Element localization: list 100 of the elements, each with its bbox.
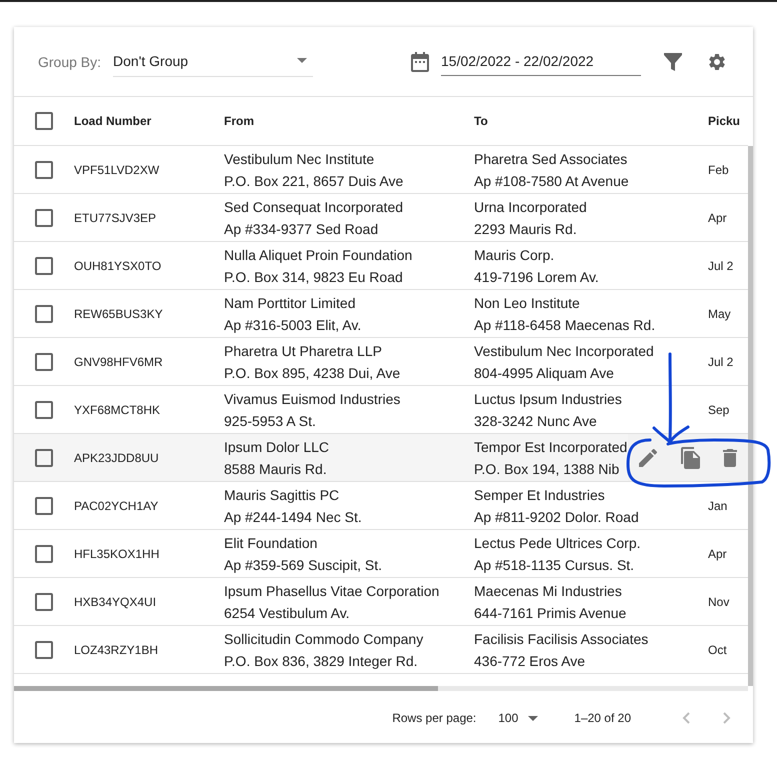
- from-address: Ap #359-569 Suscipit, St.: [224, 556, 383, 572]
- copy-button[interactable]: [680, 446, 700, 468]
- column-header[interactable]: From: [224, 114, 254, 128]
- from-name: Ipsum Dolor LLC: [224, 438, 330, 454]
- to-address: 328-3242 Nunc Ave: [474, 412, 598, 428]
- to-name: Lectus Pede Ultrices Corp.: [474, 534, 642, 550]
- pickup-date: May: [708, 306, 731, 320]
- row-checkbox[interactable]: [35, 352, 53, 370]
- to-name: Pharetra Sed Associates: [474, 150, 628, 166]
- from-address: P.O. Box 895, 4238 Dui, Ave: [224, 364, 402, 380]
- caret-icon: [297, 58, 308, 63]
- group-by-label: Group By:: [38, 54, 102, 70]
- from-address: Ap #244-1494 Nec St.: [224, 508, 363, 524]
- row-checkbox[interactable]: [35, 208, 53, 226]
- from-name: Pharetra Ut Pharetra LLP: [224, 342, 383, 358]
- calendar-icon: [411, 52, 429, 72]
- to-address: Ap #108-7580 At Avenue: [474, 172, 630, 188]
- load-number: REW65BUS3KY: [74, 306, 163, 320]
- from-address: P.O. Box 836, 3829 Integer Rd.: [224, 652, 419, 668]
- from-name: Vivamus Euismod Industries: [224, 390, 402, 406]
- from-name: Vestibulum Nec Institute: [224, 150, 376, 166]
- to-name: Vestibulum Nec Incorporated: [474, 342, 655, 358]
- pickup-date: Apr: [708, 210, 727, 224]
- pickup-date: Nov: [708, 594, 730, 608]
- delete-button[interactable]: [722, 448, 737, 466]
- to-address: 419-7196 Lorem Av.: [474, 268, 600, 284]
- vertical-scrollbar[interactable]: [748, 146, 753, 686]
- row-checkbox[interactable]: [35, 400, 53, 418]
- from-address: 6254 Vestibulum Av.: [224, 604, 351, 620]
- to-address: 644-7161 Primis Avenue: [474, 604, 628, 620]
- to-name: Urna Incorporated: [474, 198, 588, 214]
- load-number: GNV98HFV6MR: [74, 354, 163, 368]
- row-checkbox[interactable]: [35, 496, 53, 514]
- group-by-select[interactable]: Don't Group: [113, 46, 314, 76]
- edit-icon: [639, 448, 658, 466]
- load-number: HFL35KOX1HH: [74, 546, 160, 560]
- load-number: ETU77SJV3EP: [74, 210, 156, 224]
- pickup-date: Oct: [708, 642, 727, 656]
- copy-icon: [680, 446, 700, 468]
- pickup-date: Jul 2: [708, 354, 734, 368]
- load-number: OUH81YSX0TO: [74, 258, 162, 272]
- row-checkbox[interactable]: [35, 304, 53, 322]
- from-address: 925-5953 A St.: [224, 412, 317, 428]
- row-checkbox[interactable]: [35, 640, 53, 658]
- to-name: Maecenas Mi Industries: [474, 582, 623, 598]
- date-range-field[interactable]: 15/02/2022 - 22/02/2022: [441, 47, 641, 76]
- from-address: Ap #316-5003 Elit, Av.: [224, 316, 362, 332]
- trash-icon: [722, 448, 737, 466]
- from-address: 8588 Mauris Rd.: [224, 460, 328, 476]
- to-address: Ap #118-6458 Maecenas Rd.: [474, 316, 656, 332]
- from-name: Nam Porttitor Limited: [224, 294, 356, 310]
- load-number: PAC02YCH1AY: [74, 498, 158, 512]
- row-checkbox[interactable]: [35, 592, 53, 610]
- row-checkbox[interactable]: [35, 256, 53, 274]
- to-name: Tempor Est Incorporated: [474, 438, 628, 454]
- load-number: LOZ43RZY1BH: [74, 642, 158, 656]
- chevron-left-icon: [682, 712, 690, 724]
- pickup-date: Sep: [708, 402, 730, 416]
- load-number: APK23JDD8UU: [74, 450, 159, 464]
- horizontal-scrollbar[interactable]: [14, 686, 748, 691]
- to-name: Semper Et Industries: [474, 486, 606, 502]
- column-header[interactable]: To: [474, 114, 488, 128]
- from-address: Ap #334-9377 Sed Road: [224, 220, 380, 236]
- column-header[interactable]: Picku: [708, 114, 740, 128]
- to-address: 804-4995 Aliquam Ave: [474, 364, 615, 380]
- row-checkbox[interactable]: [35, 160, 53, 178]
- from-name: Nulla Aliquet Proin Foundation: [224, 246, 414, 262]
- pickup-date: Feb: [708, 162, 729, 176]
- page-range: 1–20 of 20: [574, 711, 631, 725]
- row-checkbox[interactable]: [35, 544, 53, 562]
- pickup-date: Apr: [708, 546, 727, 560]
- from-name: Sed Consequat Incorporated: [224, 198, 404, 214]
- to-address: 436-772 Eros Ave: [474, 652, 586, 668]
- rows-per-page-label: Rows per page:: [392, 711, 476, 725]
- to-address: Ap #811-9202 Dolor. Road: [474, 508, 640, 524]
- to-address: 2293 Mauris Rd.: [474, 220, 578, 236]
- load-number: HXB34YQX4UI: [74, 594, 156, 608]
- from-name: Sollicitudin Commodo Company: [224, 630, 424, 646]
- to-name: Mauris Corp.: [474, 246, 556, 262]
- to-name: Non Leo Institute: [474, 294, 581, 310]
- settings-icon: [707, 52, 727, 72]
- load-number: YXF68MCT8HK: [74, 402, 160, 416]
- pickup-date: Jan: [708, 498, 728, 512]
- edit-button[interactable]: [639, 448, 658, 466]
- to-address: P.O. Box 194, 1388 Nib: [474, 460, 620, 476]
- pickup-date: Jul 2: [708, 258, 734, 272]
- column-header[interactable]: Load Number: [74, 114, 152, 128]
- load-number: VPF51LVD2XW: [74, 162, 160, 176]
- from-name: Elit Foundation: [224, 534, 318, 550]
- from-name: Mauris Sagittis PC: [224, 486, 340, 502]
- to-name: Facilisis Facilisis Associates: [474, 630, 650, 646]
- filter-icon: [664, 52, 682, 70]
- row-checkbox[interactable]: [35, 448, 53, 466]
- caret-icon: [528, 716, 538, 720]
- from-address: P.O. Box 314, 9823 Eu Road: [224, 268, 404, 284]
- select-all-checkbox[interactable]: [35, 112, 53, 130]
- rows-per-page-select[interactable]: 100: [498, 711, 538, 725]
- from-name: Ipsum Phasellus Vitae Corporation: [224, 582, 440, 598]
- from-address: P.O. Box 221, 8657 Duis Ave: [224, 172, 404, 188]
- chevron-right-icon: [723, 712, 731, 724]
